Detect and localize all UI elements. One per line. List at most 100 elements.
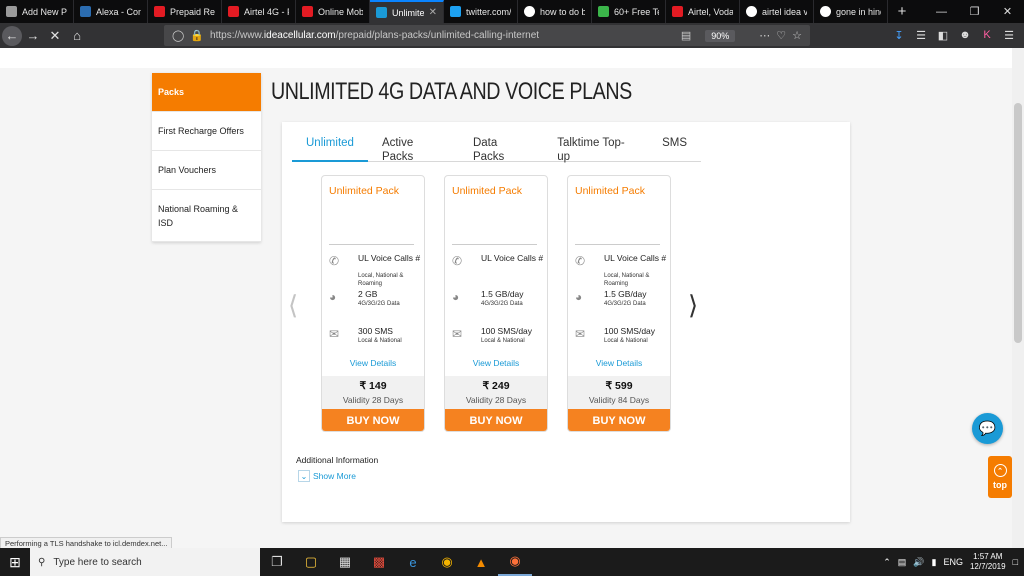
gift-icon[interactable]: ▩ — [362, 548, 396, 576]
browser-tab-title: Online Mobi — [318, 6, 363, 17]
lock-icon[interactable]: 🔒 — [190, 29, 204, 42]
clock[interactable]: 1:57 AM 12/7/2019 — [970, 552, 1006, 572]
extension-icon[interactable]: K — [978, 26, 996, 44]
browser-tab[interactable]: Prepaid Rech — [148, 0, 222, 23]
language-indicator[interactable]: ENG — [943, 557, 963, 567]
account-icon[interactable]: ☻ — [956, 26, 974, 44]
network-icon[interactable]: ▤ — [898, 557, 907, 568]
menu-icon[interactable]: ☰ — [1000, 26, 1018, 44]
new-tab-button[interactable]: + — [888, 0, 916, 23]
plan-validity: Validity 84 Days — [588, 395, 650, 405]
library-icon[interactable]: ☰ — [912, 26, 930, 44]
close-window-icon[interactable]: ✕ — [991, 0, 1024, 23]
file-explorer-icon[interactable]: ▢ — [294, 548, 328, 576]
show-more-toggle[interactable]: ⌄ Show More — [298, 470, 356, 482]
close-tab-icon[interactable]: ✕ — [429, 7, 437, 18]
minimize-icon[interactable]: — — [925, 0, 958, 23]
vlc-icon[interactable]: ▲ — [464, 548, 498, 576]
task-view-icon[interactable]: ❐ — [260, 548, 294, 576]
buy-now-button[interactable]: BUY NOW — [322, 409, 424, 431]
buy-now-button[interactable]: BUY NOW — [445, 409, 547, 431]
browser-tab[interactable]: Alexa - Com — [74, 0, 148, 23]
sidebar-item-packs[interactable]: Packs — [152, 73, 261, 112]
voice-title: UL Voice Calls # — [358, 253, 421, 263]
stop-loading-button[interactable]: ✕ — [44, 25, 66, 47]
reader-view-icon[interactable]: ▤ — [681, 29, 691, 42]
carousel-prev-icon[interactable]: ⟨ — [288, 290, 298, 321]
view-details-link[interactable]: View Details — [568, 358, 670, 368]
forward-button[interactable]: → — [22, 25, 44, 47]
store-icon[interactable]: ▦ — [328, 548, 362, 576]
browser-tab-title: Airtel 4G - P — [244, 6, 289, 17]
windows-start-icon[interactable]: ⊞ — [0, 548, 30, 576]
download-icon[interactable]: ↧ — [890, 26, 908, 44]
data-coin-icon: ◕ — [575, 290, 583, 304]
carousel-next-icon[interactable]: ⟩ — [688, 290, 698, 321]
phone-call-icon: ✆ — [575, 254, 586, 268]
plan-divider — [452, 244, 537, 245]
tab-talktime-topup[interactable]: Talktime Top-up — [543, 134, 648, 163]
browser-tab-title: Alexa - Com — [96, 6, 141, 17]
browser-tab[interactable]: 60+ Free Tel — [592, 0, 666, 23]
tab-sms[interactable]: SMS — [648, 134, 701, 162]
price-box: ₹ 149 Validity 28 Days — [322, 376, 424, 409]
data-subtitle: 4G/3G/2G Data — [481, 301, 523, 307]
volume-icon[interactable]: 🔊 — [913, 557, 924, 568]
edge-browser-icon[interactable]: e — [396, 548, 430, 576]
bookmark-star-icon[interactable]: ☆ — [792, 29, 802, 42]
windows-taskbar: ⊞ ⚲ Type here to search ❐ ▢ ▦ ▩ e ◉ ▲ ◉ … — [0, 548, 1024, 576]
browser-tab[interactable]: Airtel, Vodaf — [666, 0, 740, 23]
sidebar-toggle-icon[interactable]: ◧ — [934, 26, 952, 44]
browser-tab[interactable]: gone in hind — [814, 0, 888, 23]
home-button[interactable]: ⌂ — [66, 25, 88, 47]
battery-icon[interactable]: ▮ — [932, 557, 937, 568]
clock-date: 12/7/2019 — [969, 562, 1006, 571]
browser-tab[interactable]: Airtel 4G - P — [222, 0, 296, 23]
chrome-icon[interactable]: ◉ — [430, 548, 464, 576]
zoom-level[interactable]: 90% — [705, 29, 736, 42]
view-details-link[interactable]: View Details — [322, 358, 424, 368]
back-to-top-button[interactable]: ⌃ top — [988, 456, 1012, 498]
tab-unlimited[interactable]: Unlimited — [292, 134, 368, 162]
notifications-icon[interactable]: □ — [1013, 557, 1018, 567]
envelope-icon: ✉ — [575, 327, 586, 341]
taskbar-search-box[interactable]: ⚲ Type here to search — [30, 548, 260, 576]
search-icon: ⚲ — [38, 556, 46, 568]
tray-chevron-up-icon[interactable]: ⌃ — [883, 557, 891, 568]
browser-tab[interactable]: airtel idea vo — [740, 0, 814, 23]
page-scrollbar[interactable] — [1012, 48, 1024, 548]
browser-tab[interactable]: Add New Post ‹ c — [0, 0, 74, 23]
browser-tab[interactable]: Online Mobi — [296, 0, 370, 23]
tracking-protection-icon[interactable]: ◯ — [172, 29, 184, 42]
page-header-strip — [0, 48, 1012, 68]
data-coin-icon: ◕ — [329, 290, 337, 304]
plan-divider — [329, 244, 414, 245]
sms-subtitle: Local & National — [481, 338, 525, 344]
browser-tab[interactable]: how to do b — [518, 0, 592, 23]
sidebar-item-first-recharge-offers[interactable]: First Recharge Offers — [152, 112, 261, 151]
page-actions-icon[interactable]: ⋯ — [759, 29, 770, 42]
browser-tab[interactable]: twitter.com/ — [444, 0, 518, 23]
chat-support-icon[interactable]: 💬 — [972, 413, 1003, 444]
browser-tab-title: twitter.com/ — [466, 6, 511, 17]
sidebar-item-plan-vouchers[interactable]: Plan Vouchers — [152, 151, 261, 190]
firefox-icon[interactable]: ◉ — [498, 548, 532, 576]
view-details-link[interactable]: View Details — [445, 358, 547, 368]
tab-active-packs[interactable]: Active Packs — [368, 134, 459, 163]
envelope-icon: ✉ — [452, 327, 463, 341]
plan-name: Unlimited Pack — [575, 185, 646, 197]
browser-tab[interactable]: Unlimited ✕ — [370, 0, 444, 23]
plan-price: ₹ 599 — [605, 380, 633, 392]
tab-favicon-icon — [6, 6, 17, 17]
buy-now-button[interactable]: BUY NOW — [568, 409, 670, 431]
browser-tab-title: Prepaid Rech — [170, 6, 215, 17]
maximize-icon[interactable]: ❐ — [958, 0, 991, 23]
tab-data-packs[interactable]: Data Packs — [459, 134, 543, 163]
voice-title: UL Voice Calls # — [604, 253, 667, 263]
url-bar[interactable]: ◯ 🔒 https://www.ideacellular.com/prepaid… — [164, 25, 810, 46]
additional-information-heading: Additional Information — [296, 455, 379, 465]
scrollbar-thumb[interactable] — [1014, 103, 1022, 343]
pocket-icon[interactable]: ♡ — [776, 29, 786, 42]
back-button[interactable]: ← — [2, 25, 22, 46]
sidebar-item-national-roaming[interactable]: National Roaming & ISD — [152, 190, 261, 242]
